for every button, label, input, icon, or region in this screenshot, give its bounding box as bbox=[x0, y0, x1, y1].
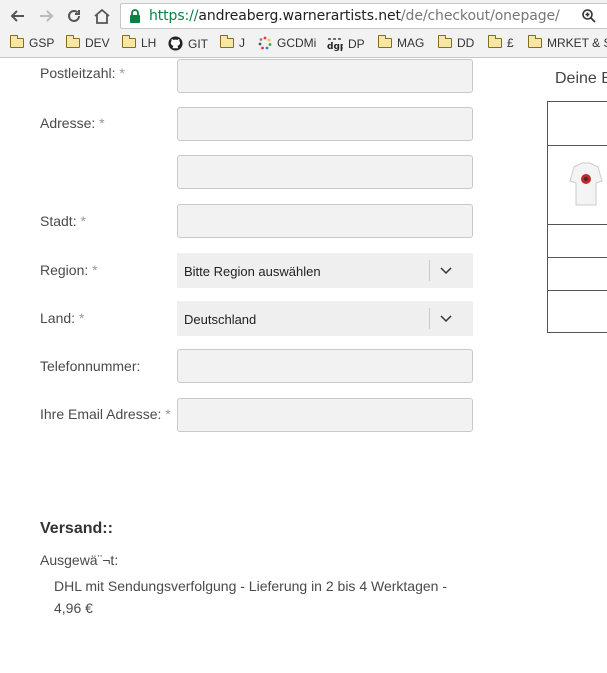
bookmark-dd[interactable]: DD bbox=[437, 35, 475, 50]
address-field-1[interactable] bbox=[177, 107, 473, 141]
bookmark-label: LH bbox=[141, 36, 157, 50]
shipping-selected-label: Ausgewä¨¬t: bbox=[40, 552, 119, 568]
bookmark-label: £ bbox=[507, 36, 514, 50]
product-thumbnail[interactable] bbox=[568, 159, 604, 207]
table-divider bbox=[548, 290, 607, 291]
folder-icon bbox=[527, 35, 542, 48]
bookmark-lh[interactable]: LH bbox=[121, 35, 157, 50]
summary-title: Deine B bbox=[555, 70, 607, 87]
url-text: https://andreaberg.warnerartists.net/de/… bbox=[149, 8, 560, 24]
browser-toolbar: https://andreaberg.warnerartists.net/de/… bbox=[0, 0, 607, 32]
lock-icon bbox=[130, 9, 140, 23]
city-field[interactable] bbox=[177, 204, 473, 238]
chevron-down-icon bbox=[440, 267, 452, 275]
postcode-label: Postleitzahl: * bbox=[40, 65, 125, 81]
reload-button[interactable] bbox=[62, 4, 86, 28]
bookmark-label: GIT bbox=[188, 36, 208, 51]
region-value: Bitte Region auswählen bbox=[184, 264, 321, 279]
bookmark-label: GCDMi bbox=[277, 36, 317, 50]
folder-icon bbox=[65, 35, 80, 48]
country-value: Deutschland bbox=[184, 312, 257, 327]
bookmark-gcdmi[interactable]: GCDMi bbox=[258, 36, 316, 50]
bookmark-gsp[interactable]: GSP bbox=[9, 35, 55, 50]
address-field-2[interactable] bbox=[177, 155, 473, 189]
country-select[interactable]: Deutschland bbox=[177, 301, 473, 336]
bookmark-git[interactable]: GIT bbox=[168, 36, 208, 51]
select-divider bbox=[429, 308, 430, 329]
url-scheme: https:// bbox=[149, 8, 199, 24]
city-label: Stadt: * bbox=[40, 213, 86, 229]
table-divider bbox=[548, 257, 607, 258]
table-divider bbox=[548, 224, 607, 225]
bookmark-mrket[interactable]: MRKET & S bbox=[527, 35, 607, 50]
address-label: Adresse: * bbox=[40, 115, 105, 131]
bookmark-label: DD bbox=[457, 36, 475, 50]
bookmark-label: DP bbox=[348, 37, 365, 51]
folder-icon bbox=[437, 35, 452, 48]
reload-icon bbox=[68, 9, 80, 22]
github-icon bbox=[168, 36, 183, 51]
back-button[interactable] bbox=[6, 4, 30, 28]
bookmark-mag[interactable]: MAG bbox=[377, 35, 425, 50]
forward-arrow-icon bbox=[40, 10, 54, 22]
spinner-icon bbox=[258, 36, 272, 50]
bookmark-j[interactable]: J bbox=[219, 35, 245, 50]
shipping-method-text: DHL mit Sendungsverfolgung - Lieferung i… bbox=[54, 578, 447, 594]
bookmark-dp[interactable]: dgp DP bbox=[327, 36, 365, 52]
bookmark-label: MAG bbox=[397, 36, 425, 50]
select-divider bbox=[429, 260, 430, 281]
zoom-icon[interactable] bbox=[581, 8, 597, 24]
phone-label: Telefonnummer: bbox=[40, 358, 141, 374]
url-host: andreaberg.warnerartists.net bbox=[198, 8, 401, 24]
bookmarks-bar: GSP DEV LH GIT J GCDMi dgp DP MAG DD £ M… bbox=[0, 32, 607, 58]
bookmark-label: DEV bbox=[85, 36, 110, 50]
phone-field[interactable] bbox=[177, 349, 473, 383]
shipping-method: DHL mit Sendungsverfolgung - Lieferung i… bbox=[54, 575, 454, 619]
address-bar[interactable]: https://andreaberg.warnerartists.net/de/… bbox=[120, 3, 607, 29]
bookmark-dev[interactable]: DEV bbox=[65, 35, 110, 50]
checkout-page: Postleitzahl: * Adresse: * Stadt: * Regi… bbox=[0, 58, 607, 673]
shipping-title: Versand:: bbox=[40, 520, 113, 537]
bookmark-label: GSP bbox=[29, 36, 55, 50]
bookmark-label: MRKET & S bbox=[547, 36, 607, 50]
region-label: Region: * bbox=[40, 262, 98, 278]
folder-icon bbox=[377, 35, 392, 48]
bookmark-label: J bbox=[239, 36, 245, 50]
bookmark-pound[interactable]: £ bbox=[487, 35, 514, 50]
postcode-field[interactable] bbox=[177, 59, 473, 93]
folder-icon bbox=[9, 35, 24, 48]
home-icon bbox=[94, 8, 110, 24]
table-divider bbox=[548, 145, 607, 146]
folder-icon bbox=[219, 35, 234, 48]
svg-text:dgp: dgp bbox=[327, 42, 343, 52]
dgp-icon: dgp bbox=[327, 38, 343, 52]
forward-button[interactable] bbox=[34, 4, 58, 28]
folder-icon bbox=[487, 35, 502, 48]
back-arrow-icon bbox=[10, 10, 24, 22]
home-button[interactable] bbox=[90, 4, 114, 28]
folder-icon bbox=[121, 35, 136, 48]
email-field[interactable] bbox=[177, 398, 473, 432]
region-select[interactable]: Bitte Region auswählen bbox=[177, 253, 473, 288]
shipping-price: 4,96 € bbox=[54, 600, 93, 616]
summary-table bbox=[547, 101, 607, 333]
email-label: Ihre Email Adresse: * bbox=[40, 406, 171, 422]
chevron-down-icon bbox=[440, 315, 452, 323]
country-label: Land: * bbox=[40, 310, 85, 326]
url-path: /de/checkout/onepage/ bbox=[400, 8, 560, 24]
